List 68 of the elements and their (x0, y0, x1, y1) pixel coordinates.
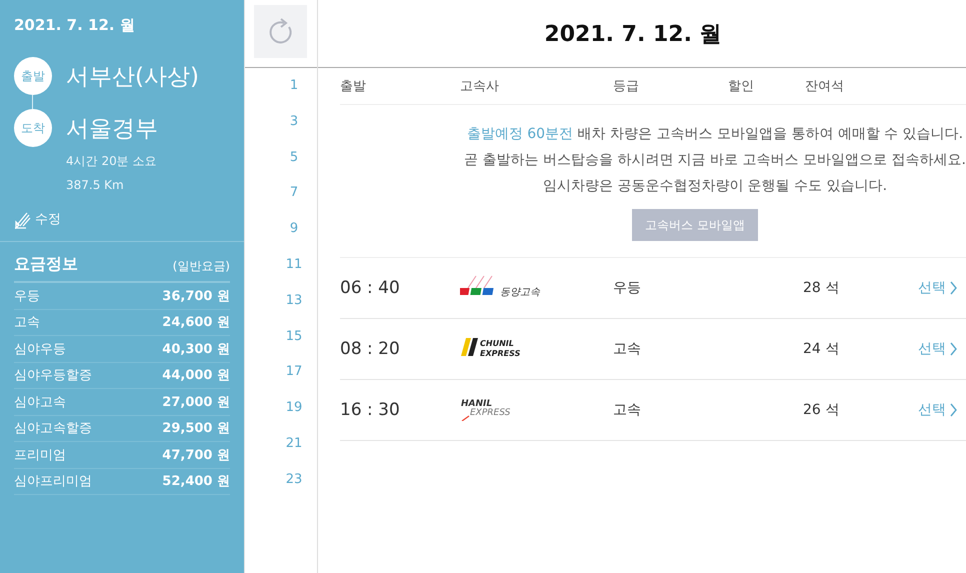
departure-time: 16 : 30 (340, 400, 401, 420)
page-title: 2021. 7. 12. 월 (544, 20, 722, 48)
remaining-seats: 26 석 (803, 401, 914, 419)
hour-link[interactable]: 17 (245, 364, 317, 400)
fare-grade: 우등 (14, 288, 40, 305)
hour-link[interactable]: 15 (245, 328, 317, 364)
fare-grade: 심야우등 (14, 340, 66, 358)
fare-title: 요금정보 (14, 254, 78, 275)
departure-time: 06 : 40 (340, 278, 401, 298)
bus-company-logo: HANIL EXPRESS (460, 396, 535, 420)
fare-price: 29,500 원 (162, 420, 230, 438)
duration-text: 4시간 20분 소요 (66, 153, 158, 170)
hour-link[interactable]: 3 (245, 114, 317, 150)
notice-text: 곧 출발하는 버스탑승을 하시려면 지금 바로 고속버스 모바일앱으로 접속하세요. (464, 151, 966, 170)
fare-grade: 프리미엄 (14, 446, 66, 464)
date-label: 2021. 7. 12. 월 (14, 16, 136, 35)
station-name: 서울경부 (66, 114, 158, 144)
fare-grade: 심야고속 (14, 394, 66, 411)
fare-grade: 심야고속할증 (14, 420, 92, 438)
station-name: 서부산(사상) (66, 62, 199, 92)
fare-price: 40,300 원 (162, 340, 230, 358)
chevron-right-icon (950, 403, 958, 417)
chevron-right-icon (950, 342, 958, 356)
hour-link[interactable]: 7 (245, 185, 317, 222)
column-header: 출발 (340, 78, 367, 95)
column-header: 할인 (728, 78, 755, 95)
hour-link[interactable]: 9 (245, 221, 317, 257)
notice-text: 출발예정 60분전 배차 차량은 고속버스 모바일앱을 통하여 예매할 수 있습니다. (466, 125, 964, 144)
bus-grade: 고속 (613, 340, 642, 358)
hour-link[interactable]: 11 (245, 256, 317, 293)
refresh-icon (268, 18, 294, 46)
fare-note: (일반요금) (172, 258, 230, 275)
fare-price: 44,000 원 (162, 367, 230, 384)
fare-price: 24,600 원 (162, 314, 230, 332)
fare-grade: 심야우등할증 (14, 367, 92, 384)
fare-grade: 고속 (14, 314, 40, 332)
bus-company-logo: CHUNIL EXPRESS (460, 336, 530, 358)
fare-price: 47,700 원 (162, 446, 230, 464)
remaining-seats: 28 석 (803, 279, 914, 297)
fare-grade: 심야프리미엄 (14, 473, 92, 490)
select-link[interactable]: 선택 (918, 340, 958, 358)
column-header: 등급 (613, 78, 640, 95)
bus-company-logo: 동양고속 (460, 274, 550, 298)
mobile-app-button[interactable]: 고속버스 모바일앱 (632, 209, 758, 241)
remaining-seats: 24 석 (803, 340, 914, 358)
hour-link[interactable]: 13 (245, 292, 317, 329)
column-header: 잔여석 (805, 78, 845, 95)
chevron-right-icon (950, 281, 958, 295)
refresh-button[interactable] (254, 5, 307, 58)
select-link[interactable]: 선택 (918, 279, 958, 297)
edit-link[interactable]: 수정 (35, 210, 61, 228)
fare-price: 52,400 원 (162, 473, 230, 490)
stop-badge: 도착 (14, 109, 52, 147)
bus-grade: 우등 (613, 279, 642, 297)
hour-link[interactable]: 23 (245, 472, 317, 508)
hour-link[interactable]: 19 (245, 400, 317, 436)
select-link[interactable]: 선택 (918, 401, 958, 419)
stop-badge: 출발 (14, 57, 52, 95)
hour-link[interactable]: 5 (245, 150, 317, 186)
bus-grade: 고속 (613, 401, 642, 419)
hour-link[interactable]: 1 (245, 78, 317, 114)
hour-link[interactable]: 21 (245, 436, 317, 472)
departure-time: 08 : 20 (340, 339, 401, 359)
notice-text: 임시차량은 공동운수협정차량이 운행될 수도 있습니다. (542, 177, 888, 196)
distance-text: 387.5 Km (66, 177, 125, 194)
column-header: 고속사 (460, 78, 500, 95)
fare-price: 36,700 원 (162, 288, 230, 305)
fare-price: 27,000 원 (162, 394, 230, 411)
